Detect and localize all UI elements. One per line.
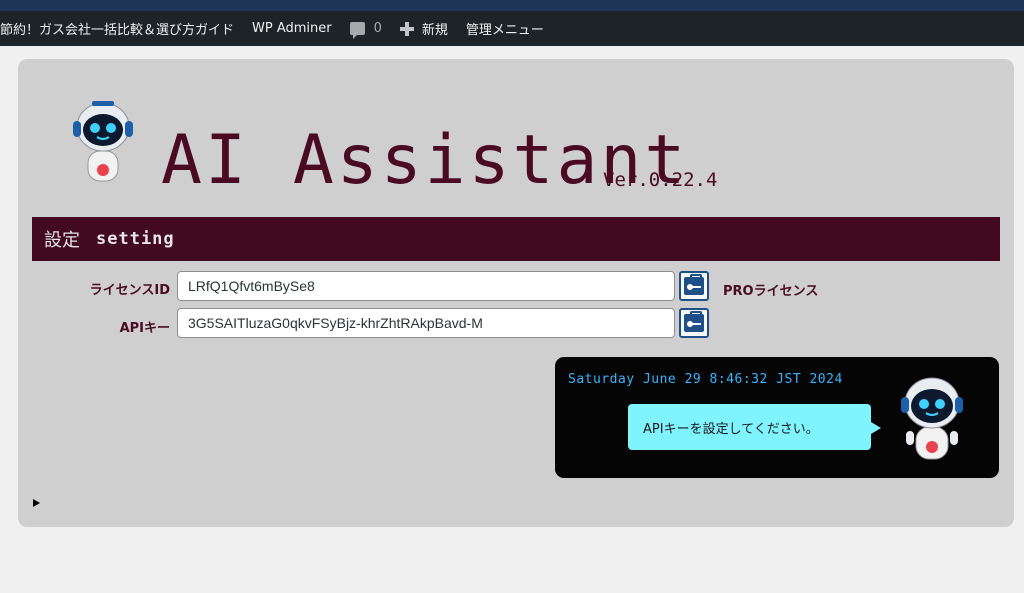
admin-bar-comments[interactable]: 0 [341, 11, 391, 46]
api-key-button[interactable] [679, 308, 709, 338]
chat-message-bubble: APIキーを設定してください。 [628, 404, 881, 450]
settings-title-jp: 設定 [44, 230, 80, 251]
api-key-input[interactable] [177, 308, 675, 338]
api-key-label: APIキー [119, 321, 170, 336]
top-strip [0, 0, 1024, 11]
license-id-label: ライセンスID [89, 283, 170, 298]
license-key-button[interactable] [679, 271, 709, 301]
site-name-label: 節約！ガス会社一括比較＆選び方ガイド [0, 23, 235, 38]
admin-bar-wp-adminer[interactable]: WP Adminer [243, 11, 341, 46]
admin-menu-label: 管理メニュー [465, 23, 544, 38]
admin-bar-site-name[interactable]: 節約！ガス会社一括比較＆選び方ガイド [0, 11, 243, 46]
settings-header: 設定 setting [32, 217, 1000, 261]
new-label: 新規 [421, 23, 448, 38]
app-version: Ver.0.22.4 [603, 169, 718, 191]
robot-icon [73, 101, 133, 182]
wp-adminer-label: WP Adminer [252, 21, 332, 36]
key-case-icon [684, 311, 704, 332]
admin-bar-admin-menu[interactable]: 管理メニュー [457, 11, 553, 46]
admin-bar: 節約！ガス会社一括比較＆選び方ガイド WP Adminer 0 新規 管理メニュ… [0, 11, 1024, 46]
license-id-input[interactable] [177, 271, 675, 301]
plus-icon [399, 21, 414, 36]
admin-bar-new[interactable]: 新規 [391, 11, 457, 46]
expand-triangle-icon[interactable] [33, 499, 40, 507]
license-status: PROライセンス [723, 284, 819, 299]
settings-title-en: setting [96, 229, 175, 249]
key-case-icon [684, 274, 704, 295]
ai-assistant-panel: AI Assistant Ver.0.22.4 設定 setting ライセンス… [18, 59, 1014, 527]
chat-datetime: Saturday June 29 8:46:32 JST 2024 [568, 372, 843, 387]
chat-message-text: APIキーを設定してください。 [643, 421, 819, 437]
comments-count: 0 [373, 21, 382, 36]
comment-bubble-icon [349, 22, 365, 39]
assistant-chat-box: Saturday June 29 8:46:32 JST 2024 APIキーを… [555, 357, 999, 478]
robot-icon [901, 377, 963, 460]
